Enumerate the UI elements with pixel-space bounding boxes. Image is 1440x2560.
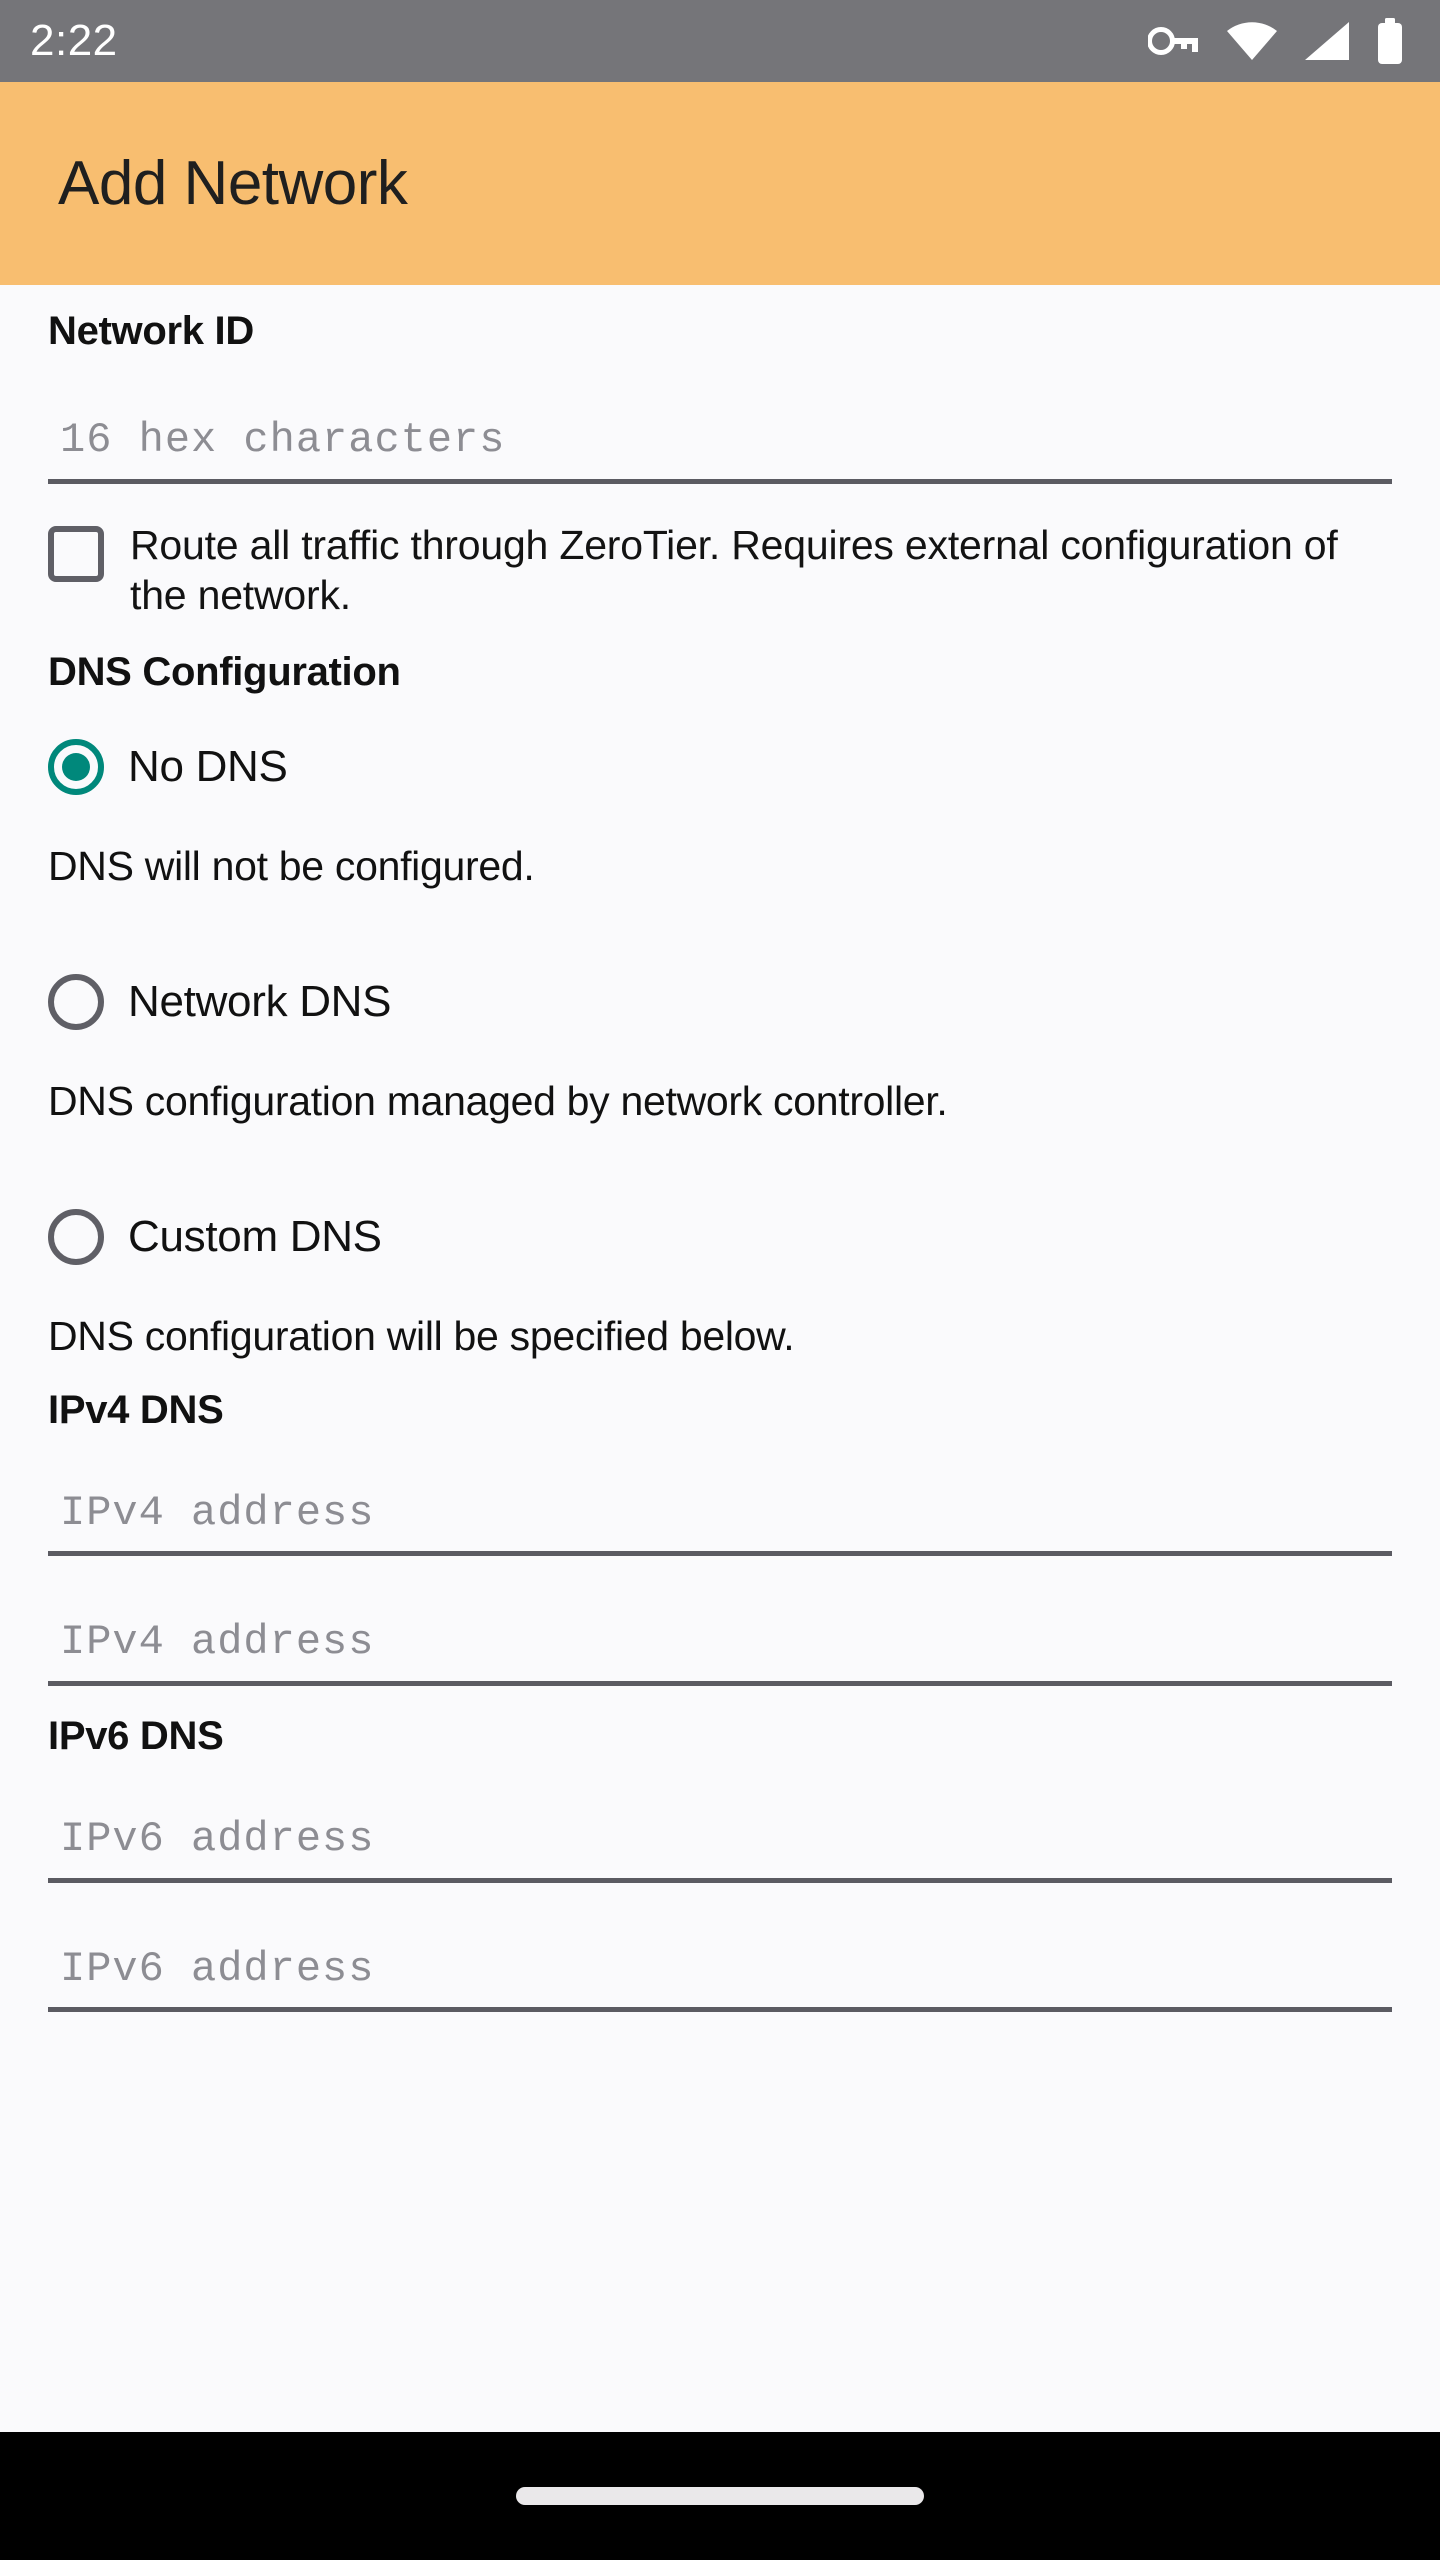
status-bar: 2:22: [0, 0, 1440, 82]
battery-icon: [1376, 18, 1404, 64]
ipv6-dns-input-1[interactable]: IPv6 address: [48, 1811, 1392, 1883]
radio-label-network-dns: Network DNS: [128, 976, 392, 1026]
ipv4-dns-label: IPv4 DNS: [48, 1387, 224, 1432]
ipv6-dns-placeholder-2: IPv6 address: [60, 1944, 375, 1993]
route-all-traffic-label: Route all traffic through ZeroTier. Requ…: [130, 521, 1338, 618]
radio-dot-no-dns: [62, 752, 90, 781]
ipv4-dns-placeholder-2: IPv4 address: [60, 1618, 375, 1667]
radio-label-no-dns: No DNS: [128, 741, 288, 791]
wifi-icon: [1226, 21, 1278, 61]
cellular-signal-icon: [1304, 21, 1350, 61]
radio-option-no-dns[interactable]: No DNS: [48, 738, 1392, 795]
ipv6-dns-label: IPv6 DNS: [48, 1714, 224, 1759]
ipv6-dns-input-2[interactable]: IPv6 address: [48, 1941, 1392, 2013]
form-content: Network ID 16 hex characters Route all t…: [0, 285, 1440, 2432]
home-gesture-pill[interactable]: [516, 2487, 924, 2505]
network-id-placeholder: 16 hex characters: [60, 416, 506, 464]
radio-option-network-dns[interactable]: Network DNS: [48, 973, 1392, 1030]
ipv4-dns-input-1[interactable]: IPv4 address: [48, 1485, 1392, 1557]
radio-description-network-dns: DNS configuration managed by network con…: [48, 1077, 948, 1124]
status-bar-clock: 2:22: [30, 16, 118, 65]
radio-option-custom-dns[interactable]: Custom DNS: [48, 1208, 1392, 1265]
ipv6-dns-placeholder-1: IPv6 address: [60, 1815, 375, 1864]
radio-description-no-dns: DNS will not be configured.: [48, 842, 535, 889]
network-id-label: Network ID: [48, 309, 254, 353]
radio-button-no-dns[interactable]: [48, 738, 104, 795]
ipv4-dns-input-2[interactable]: IPv4 address: [48, 1614, 1392, 1687]
network-id-input[interactable]: 16 hex characters: [48, 412, 1392, 484]
page-title: Add Network: [58, 149, 408, 218]
route-all-traffic-checkbox[interactable]: [48, 525, 104, 582]
radio-label-custom-dns: Custom DNS: [128, 1211, 382, 1261]
app-screen: 2:22 Add Network Network ID 16 hex chara…: [0, 0, 1440, 2560]
dns-configuration-label: DNS Configuration: [48, 649, 401, 694]
radio-button-network-dns[interactable]: [48, 973, 104, 1030]
system-navigation-bar: [0, 2432, 1440, 2560]
ipv4-dns-placeholder-1: IPv4 address: [60, 1488, 375, 1537]
route-all-traffic-checkbox-row[interactable]: Route all traffic through ZeroTier. Requ…: [48, 520, 1392, 620]
radio-button-custom-dns[interactable]: [48, 1208, 104, 1265]
radio-description-custom-dns: DNS configuration will be specified belo…: [48, 1312, 795, 1359]
app-bar: Add Network: [0, 82, 1440, 285]
vpn-key-icon: [1148, 22, 1200, 60]
status-bar-icons: [1148, 18, 1404, 64]
